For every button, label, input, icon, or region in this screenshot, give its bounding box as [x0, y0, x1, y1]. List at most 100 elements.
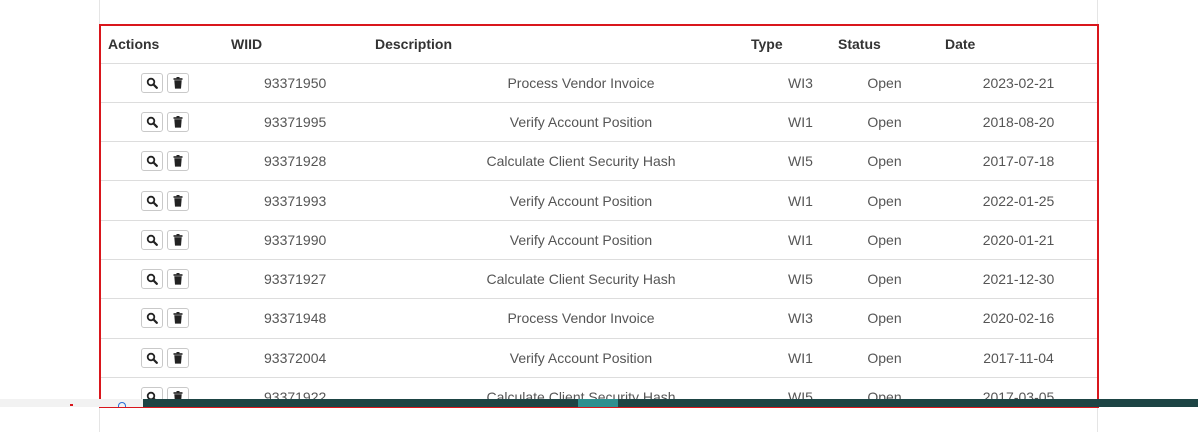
magnifier-icon — [146, 234, 158, 246]
view-button[interactable] — [140, 111, 163, 132]
table-row: 93371990 Verify Account Position WI1 Ope… — [101, 220, 1097, 260]
table-row: 93371928 Calculate Client Security Hash … — [101, 141, 1097, 182]
column-header-date[interactable]: Date — [938, 26, 1097, 64]
magnifier-icon — [146, 156, 158, 168]
cell-type: WI1 — [744, 102, 831, 143]
row-actions — [101, 298, 224, 339]
cell-type: WI5 — [744, 259, 831, 300]
cell-description: Process Vendor Invoice — [368, 298, 744, 339]
cell-date: 2018-08-20 — [938, 102, 1097, 143]
view-button[interactable] — [140, 72, 163, 93]
magnifier-icon — [146, 77, 158, 89]
table-row: 93371927 Calculate Client Security Hash … — [101, 259, 1097, 300]
cell-status: Open — [831, 63, 938, 103]
page: Actions WIID Description Type Status Dat… — [0, 0, 1198, 432]
view-button[interactable] — [140, 308, 163, 329]
table-row: 93371950 Process Vendor Invoice WI3 Open… — [101, 63, 1097, 103]
view-button[interactable] — [140, 151, 163, 172]
cell-date: 2020-02-16 — [938, 298, 1097, 339]
cell-wiid: 93371993 — [224, 180, 368, 221]
work-items-table-highlight: Actions WIID Description Type Status Dat… — [99, 24, 1099, 408]
trash-icon — [173, 273, 182, 285]
cell-status: Open — [831, 180, 938, 221]
row-actions — [101, 63, 224, 103]
cell-wiid: 93371928 — [224, 141, 368, 182]
delete-button[interactable] — [166, 269, 189, 290]
trash-icon — [173, 194, 182, 207]
cell-status: Open — [831, 259, 938, 300]
table-header-row: Actions WIID Description Type Status Dat… — [101, 26, 1097, 64]
view-button[interactable] — [140, 269, 163, 290]
column-header-description[interactable]: Description — [368, 26, 744, 64]
taskbar-strip — [143, 399, 1198, 407]
cell-description: Verify Account Position — [368, 180, 744, 221]
cell-type: WI1 — [744, 220, 831, 260]
delete-button[interactable] — [166, 347, 189, 368]
cell-description: Verify Account Position — [368, 220, 744, 260]
taskbar — [0, 399, 1198, 407]
trash-icon — [173, 312, 182, 325]
cell-description: Calculate Client Security Hash — [368, 141, 744, 182]
taskbar-app-icon[interactable] — [118, 402, 126, 407]
cell-status: Open — [831, 220, 938, 260]
delete-button[interactable] — [166, 111, 189, 132]
cell-date: 2020-01-21 — [938, 220, 1097, 260]
cell-date: 2017-11-04 — [938, 338, 1097, 378]
table-row: 93371995 Verify Account Position WI1 Ope… — [101, 102, 1097, 143]
trash-icon — [173, 351, 182, 364]
cell-date: 2017-07-18 — [938, 141, 1097, 182]
cell-type: WI5 — [744, 141, 831, 182]
cell-type: WI3 — [744, 298, 831, 339]
taskbar-red-mark — [70, 404, 73, 406]
magnifier-icon — [146, 352, 158, 364]
view-button[interactable] — [140, 347, 163, 368]
magnifier-icon — [146, 273, 158, 286]
cell-wiid: 93371990 — [224, 220, 368, 260]
cell-type: WI3 — [744, 63, 831, 103]
trash-icon — [173, 115, 182, 128]
cell-wiid: 93371995 — [224, 102, 368, 143]
table-row: 93371993 Verify Account Position WI1 Ope… — [101, 180, 1097, 221]
view-button[interactable] — [140, 229, 163, 250]
trash-icon — [173, 76, 182, 89]
column-header-wiid[interactable]: WIID — [224, 26, 368, 64]
delete-button[interactable] — [166, 308, 189, 329]
cell-description: Process Vendor Invoice — [368, 63, 744, 103]
cell-wiid: 93371948 — [224, 298, 368, 339]
delete-button[interactable] — [166, 151, 189, 172]
cell-date: 2021-12-30 — [938, 259, 1097, 300]
cell-status: Open — [831, 102, 938, 143]
trash-icon — [173, 233, 182, 246]
cell-status: Open — [831, 298, 938, 339]
row-actions — [101, 141, 224, 182]
cell-description: Verify Account Position — [368, 102, 744, 143]
cell-wiid: 93371950 — [224, 63, 368, 103]
view-button[interactable] — [140, 190, 163, 211]
delete-button[interactable] — [166, 229, 189, 250]
cell-status: Open — [831, 338, 938, 378]
cell-description: Verify Account Position — [368, 338, 744, 378]
magnifier-icon — [146, 116, 158, 128]
cell-description: Calculate Client Security Hash — [368, 259, 744, 300]
delete-button[interactable] — [166, 72, 189, 93]
magnifier-icon — [146, 313, 158, 325]
trash-icon — [173, 155, 182, 167]
cell-type: WI1 — [744, 338, 831, 378]
column-header-actions: Actions — [101, 26, 224, 64]
table-row: 93371948 Process Vendor Invoice WI3 Open… — [101, 298, 1097, 339]
cell-wiid: 93371927 — [224, 259, 368, 300]
delete-button[interactable] — [166, 190, 189, 211]
row-actions — [101, 220, 224, 260]
table-row: 93372004 Verify Account Position WI1 Ope… — [101, 338, 1097, 378]
work-items-table: Actions WIID Description Type Status Dat… — [101, 26, 1097, 406]
cell-wiid: 93372004 — [224, 338, 368, 378]
cell-date: 2022-01-25 — [938, 180, 1097, 221]
row-actions — [101, 259, 224, 300]
row-actions — [101, 180, 224, 221]
row-actions — [101, 338, 224, 378]
column-header-type[interactable]: Type — [744, 26, 831, 64]
cell-status: Open — [831, 141, 938, 182]
column-header-status[interactable]: Status — [831, 26, 938, 64]
cell-date: 2023-02-21 — [938, 63, 1097, 103]
taskbar-active-item[interactable] — [578, 399, 618, 407]
